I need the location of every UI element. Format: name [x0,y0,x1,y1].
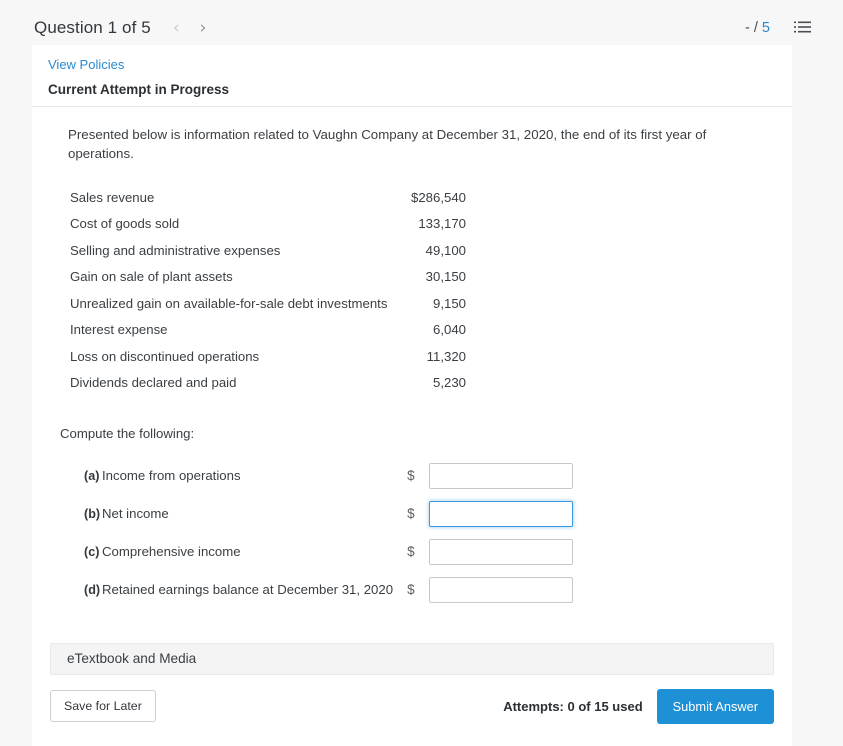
figure-amount: 133,170 [418,216,466,232]
list-item: (b) Net income $ [58,500,574,539]
figure-label: Cost of goods sold [70,216,180,232]
table-row: Selling and administrative expenses 49,1… [70,243,466,270]
list-item: (c) Comprehensive income $ [58,538,574,577]
question-navigation: ‹ › [173,19,207,37]
answer-entry-table: (a) Income from operations $ (b) Net inc… [58,462,574,615]
financial-figures-body: Sales revenue $286,540 Cost of goods sol… [70,190,466,402]
table-row: Unrealized gain on available-for-sale de… [70,296,466,323]
answer-input-cell [423,500,574,539]
chevron-right-icon[interactable]: › [200,19,207,37]
attempt-status-label: Current Attempt in Progress [48,82,230,97]
currency-symbol: $ [407,582,415,598]
figure-amount: 11,320 [426,348,466,364]
figure-amount: 9,150 [432,295,466,311]
question-intro-text: Presented below is information related t… [68,127,707,162]
figure-label: Interest expense [70,322,168,338]
answer-letter: (a) [84,468,100,483]
figure-amount: 6,040 [432,322,466,338]
figure-amount: 30,150 [425,269,466,285]
figure-label: Loss on discontinued operations [70,348,260,364]
list-item: (d) Retained earnings balance at Decembe… [58,576,574,615]
currency-symbol: $ [407,468,415,484]
toolbar-right: - / 5 [745,20,811,36]
figure-label: Gain on sale of plant assets [70,269,233,285]
answer-input-a[interactable] [429,462,574,489]
financial-figures-table: Sales revenue $286,540 Cost of goods sol… [70,190,466,402]
view-policies-link[interactable]: View Policies [48,57,124,72]
page-title: Question 1 of 5 [34,18,151,37]
etextbook-and-media-label: eTextbook and Media [67,651,197,667]
score-total: 5 [761,20,770,36]
figure-label: Dividends declared and paid [70,375,237,391]
figure-amount: 49,100 [425,242,466,258]
table-row: Cost of goods sold 133,170 [70,216,466,243]
answer-input-b[interactable] [429,500,574,527]
attempts-counter: Attempts: 0 of 15 used [503,698,643,714]
figure-label: Unrealized gain on available-for-sale de… [70,295,388,311]
card-footer: Save for Later Attempts: 0 of 15 used Su… [50,688,774,746]
numbered-list-icon[interactable] [794,21,811,35]
answer-input-d[interactable] [429,576,574,603]
card-body: Presented below is information related t… [32,107,792,615]
table-row: Dividends declared and paid 5,230 [70,375,466,402]
list-item: (a) Income from operations $ [58,462,574,501]
submit-answer-button[interactable]: Submit Answer [656,688,774,724]
score-separator: / [749,20,762,36]
answer-label: Income from operations [102,468,241,484]
table-row: Loss on discontinued operations 11,320 [70,349,466,376]
table-row: Interest expense 6,040 [70,322,466,349]
table-row: Gain on sale of plant assets 30,150 [70,269,466,296]
footer-right-group: Attempts: 0 of 15 used Submit Answer [503,688,774,724]
currency-symbol: $ [407,506,415,522]
score-display: - / 5 [745,20,770,36]
figure-amount: $286,540 [410,189,466,205]
figure-label: Selling and administrative expenses [70,242,281,258]
answer-input-cell [423,538,574,577]
answer-input-c[interactable] [429,538,574,565]
chevron-left-icon[interactable]: ‹ [173,19,180,37]
answer-letter: (b) [84,506,101,521]
currency-symbol: $ [407,544,415,560]
answer-input-cell [423,576,574,615]
etextbook-and-media-bar[interactable]: eTextbook and Media [50,642,774,675]
answer-letter: (d) [84,582,101,597]
figure-amount: 5,230 [432,375,466,391]
compute-instruction-label: Compute the following: [60,425,195,441]
save-for-later-button[interactable]: Save for Later [50,690,156,723]
answer-label: Comprehensive income [102,544,241,560]
question-card: View Policies Current Attempt in Progres… [32,45,792,746]
answer-label: Retained earnings balance at December 31… [102,582,394,598]
answer-letter: (c) [84,544,100,559]
table-row: Sales revenue $286,540 [70,190,466,217]
answer-entry-body: (a) Income from operations $ (b) Net inc… [58,462,574,615]
figure-label: Sales revenue [70,189,155,205]
answer-input-cell [423,462,574,501]
card-header: View Policies Current Attempt in Progres… [32,45,792,106]
answer-label: Net income [102,506,169,522]
